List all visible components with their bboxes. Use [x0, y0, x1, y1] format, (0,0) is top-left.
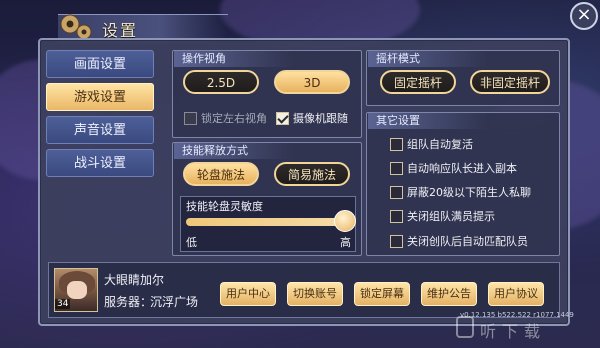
camera-follow-label: 摄像机跟随	[293, 112, 348, 125]
auto-enter-dungeon-checkbox[interactable]	[390, 161, 403, 175]
nav-item-combat[interactable]: 战斗设置	[46, 149, 154, 177]
joystick-section-title: 摇杆模式	[368, 51, 488, 67]
camera-follow-option[interactable]: 摄像机跟随	[276, 110, 348, 126]
skill-wheel-button[interactable]: 轮盘施法	[183, 162, 259, 186]
maintenance-notice-button[interactable]: 维护公告	[421, 282, 477, 306]
team-full-notice-label: 关闭组队满员提示	[407, 210, 495, 223]
lock-view-checkbox[interactable]	[184, 111, 197, 125]
skill-simple-button[interactable]: 简易施法	[274, 162, 350, 186]
server-name: 沉浮广场	[150, 295, 199, 309]
settings-nav: 画面设置 游戏设置 声音设置 战斗设置	[46, 50, 154, 182]
lock-view-label: 锁定左右视角	[201, 112, 267, 125]
auto-revive-checkbox[interactable]	[390, 137, 403, 151]
nav-item-sound[interactable]: 声音设置	[46, 116, 154, 144]
camera-follow-checkbox[interactable]	[276, 111, 289, 125]
sensitivity-high-label: 高	[340, 236, 351, 249]
auto-match-option[interactable]: 关闭创队后自动匹配队员	[390, 233, 528, 249]
team-full-notice-checkbox[interactable]	[390, 209, 403, 223]
block-low-level-chat-checkbox[interactable]	[390, 185, 403, 199]
nav-item-graphics[interactable]: 画面设置	[46, 50, 154, 78]
team-full-notice-option[interactable]: 关闭组队满员提示	[390, 208, 495, 224]
watermark-icon	[456, 316, 474, 338]
watermark-text: 听下载	[480, 322, 547, 341]
sensitivity-slider-track[interactable]	[186, 218, 346, 226]
nav-item-game[interactable]: 游戏设置	[46, 83, 154, 111]
lock-view-option[interactable]: 锁定左右视角	[184, 110, 267, 126]
view-2-5d-button[interactable]: 2.5D	[183, 70, 259, 94]
auto-enter-dungeon-option[interactable]: 自动响应队长进入副本	[390, 160, 517, 176]
user-center-button[interactable]: 用户中心	[220, 282, 276, 306]
fixed-joystick-button[interactable]: 固定摇杆	[380, 70, 456, 94]
sensitivity-low-label: 低	[186, 236, 197, 249]
auto-revive-label: 组队自动复活	[407, 138, 473, 151]
other-section-title: 其它设置	[368, 113, 488, 129]
auto-enter-dungeon-label: 自动响应队长进入副本	[407, 162, 517, 175]
player-name: 大眼睛加尔	[104, 273, 165, 287]
floating-joystick-button[interactable]: 非固定摇杆	[470, 70, 550, 94]
block-low-level-chat-option[interactable]: 屏蔽20级以下陌生人私聊	[390, 184, 531, 200]
server-label: 服务器：	[104, 295, 153, 309]
view-3d-button[interactable]: 3D	[274, 70, 350, 94]
switch-account-button[interactable]: 切换账号	[287, 282, 343, 306]
lock-screen-button[interactable]: 锁定屏幕	[354, 282, 410, 306]
close-button[interactable]: ×	[570, 2, 598, 30]
auto-match-label: 关闭创队后自动匹配队员	[407, 235, 528, 248]
player-level: 34	[55, 299, 71, 309]
view-section-title: 操作视角	[174, 51, 294, 67]
skill-section-title: 技能释放方式	[174, 143, 294, 159]
avatar-face	[67, 281, 87, 299]
auto-match-checkbox[interactable]	[390, 234, 403, 248]
block-low-level-chat-label: 屏蔽20级以下陌生人私聊	[407, 186, 531, 199]
auto-revive-option[interactable]: 组队自动复活	[390, 136, 473, 152]
sensitivity-label: 技能轮盘灵敏度	[186, 200, 263, 213]
sensitivity-slider-thumb[interactable]	[334, 210, 356, 232]
user-agreement-button[interactable]: 用户协议	[488, 282, 544, 306]
